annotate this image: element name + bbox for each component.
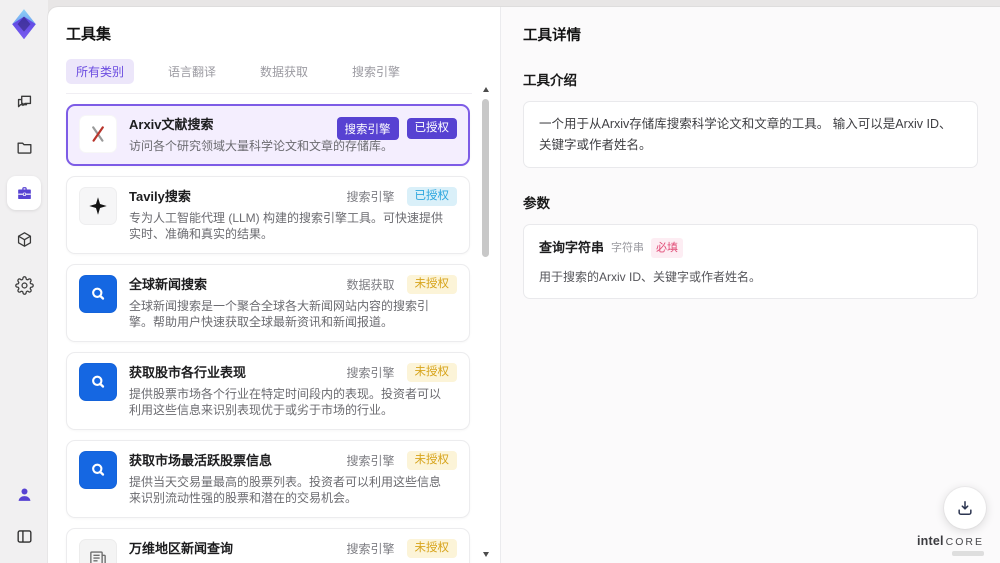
category-tag: 数据获取 [346,277,395,292]
auth-status-badge: 已授权 [406,118,457,139]
download-icon [958,501,972,515]
folder-icon [15,138,34,157]
tavily-star-icon [79,186,117,225]
auth-status-badge: 已授权 [406,186,457,207]
tool-tags: 搜索引擎 已授权 [346,186,457,207]
list-scrollbar[interactable] [481,87,492,557]
toolbox-icon [15,184,34,203]
chat-icon [15,92,34,111]
tool-tags: 搜索引擎 未授权 [346,450,457,471]
tool-card-tavily-search[interactable]: Tavily搜索 专为人工智能代理 (LLM) 构建的搜索引擎工具。可快速提供实… [66,175,470,254]
tool-card-regional-news-query[interactable]: 万维地区新闻查询 查询具体行政区划内的新闻，快速了解各地新闻动 搜索引擎 未授权 [66,527,470,563]
tool-tags: 搜索引擎 未授权 [346,538,457,559]
tool-list: Arxiv文献搜索 访问各个研究领域大量科学论文和文章的存储库。 搜索引擎 已授… [66,104,500,563]
tool-card-most-active-stocks[interactable]: 获取市场最活跃股票信息 提供当天交易量最高的股票列表。投资者可以利用这些信息来识… [66,439,470,518]
newspaper-icon [79,538,117,563]
category-tag: 搜索引擎 [346,365,395,380]
download-button[interactable] [944,487,986,529]
sidebar-item-toolbox[interactable] [7,176,41,210]
tool-description: 专为人工智能代理 (LLM) 构建的搜索引擎工具。可快速提供实时、准确和真实的结… [129,210,444,242]
sidebar-item-files[interactable] [7,130,41,164]
app-window: 工具集 所有类别 语言翻译 数据获取 搜索引擎 Arxiv文献搜索 访问各个研究领域大… [0,0,1000,563]
auth-status-badge: 未授权 [406,538,457,559]
param-type: 字符串 [611,241,645,254]
param-required-badge: 必填 [651,237,684,259]
sidebar-item-settings[interactable] [7,268,41,302]
tool-description: 访问各个研究领域大量科学论文和文章的存储库。 [129,139,394,153]
param-box: 查询字符串 字符串 必填 用于搜索的Arxiv ID、关键字或作者姓名。 [523,224,978,299]
tool-tags: 搜索引擎 未授权 [346,362,457,383]
tab-all-categories[interactable]: 所有类别 [66,59,135,84]
blue-search-icon [79,274,117,313]
auth-status-badge: 未授权 [406,450,457,471]
intro-section-title: 工具介绍 [523,73,577,88]
page-title: 工具集 [66,26,112,43]
tool-tags: 搜索引擎 已授权 [336,117,457,140]
category-tag: 搜索引擎 [346,453,395,468]
brand-subtext-bar [952,551,984,556]
tab-language-translation[interactable]: 语言翻译 [158,59,226,84]
blue-search-icon [79,450,117,489]
category-tag: 搜索引擎 [346,189,395,204]
sidebar-item-packages[interactable] [7,222,41,256]
param-name: 查询字符串 [539,240,605,256]
cube-icon [15,230,34,249]
tool-list-panel: 工具集 所有类别 语言翻译 数据获取 搜索引擎 Arxiv文献搜索 访问各个研究领域大… [48,7,500,563]
intel-core-logo: intel CORE [917,534,984,556]
tool-tags: 数据获取 未授权 [346,274,457,295]
category-tabs: 所有类别 语言翻译 数据获取 搜索引擎 [66,59,472,94]
tool-description: 提供股票市场各个行业在特定时间段内的表现。投资者可以利用这些信息来识别表现优于或… [129,386,442,418]
category-tag: 搜索引擎 [336,117,399,140]
param-description: 用于搜索的Arxiv ID、关键字或作者姓名。 [539,269,762,284]
gear-icon [14,275,34,295]
sidebar-item-collapse[interactable] [7,519,41,553]
main-area: 工具集 所有类别 语言翻译 数据获取 搜索引擎 Arxiv文献搜索 访问各个研究领域大… [48,0,1000,563]
sidebar-bottom [7,477,41,553]
tool-description: 提供当天交易量最高的股票列表。投资者可以利用这些信息来识别流动性强的股票和潜在的… [129,474,442,506]
window-top-strip [48,0,1000,7]
auth-status-badge: 未授权 [406,274,457,295]
content: 工具集 所有类别 语言翻译 数据获取 搜索引擎 Arxiv文献搜索 访问各个研究领域大… [48,7,1000,563]
brand-name: intel [916,534,944,549]
arxiv-icon [79,115,117,153]
category-tag: 搜索引擎 [346,541,395,556]
sidebar-nav [7,84,41,302]
scroll-down-arrow-icon[interactable] [483,552,489,557]
tool-detail-panel: 工具详情 工具介绍 一个用于从Arxiv存储库搜索科学论文和文章的工具。 输入可… [500,7,1000,563]
sidebar-item-chat[interactable] [7,84,41,118]
blue-search-icon [79,362,117,401]
tab-search-engine[interactable]: 搜索引擎 [342,59,410,84]
intro-text: 一个用于从Arxiv存储库搜索科学论文和文章的工具。 输入可以是Arxiv ID… [539,117,952,152]
tool-card-stock-sector-performance[interactable]: 获取股市各行业表现 提供股票市场各个行业在特定时间段内的表现。投资者可以利用这些… [66,351,470,430]
intro-box: 一个用于从Arxiv存储库搜索科学论文和文章的工具。 输入可以是Arxiv ID… [523,101,978,169]
brand-series: CORE [945,536,984,549]
sidebar-item-profile[interactable] [7,477,41,511]
auth-status-badge: 未授权 [406,362,457,383]
scroll-up-arrow-icon[interactable] [483,87,489,92]
panel-icon [15,527,34,546]
tool-card-arxiv-search[interactable]: Arxiv文献搜索 访问各个研究领域大量科学论文和文章的存储库。 搜索引擎 已授… [66,104,470,166]
tool-card-global-news-search[interactable]: 全球新闻搜索 全球新闻搜索是一个聚合全球各大新闻网站内容的搜索引擎。帮助用户快速… [66,263,470,342]
scrollbar-thumb[interactable] [482,99,489,257]
sidebar [0,0,48,563]
tab-data-fetch[interactable]: 数据获取 [250,59,318,84]
tool-description: 全球新闻搜索是一个聚合全球各大新闻网站内容的搜索引擎。帮助用户快速获取全球最新资… [129,298,430,330]
param-header: 查询字符串 字符串 必填 [539,237,962,259]
app-logo-icon [9,8,39,40]
user-icon [15,485,34,504]
params-section-title: 参数 [523,196,550,212]
detail-title: 工具详情 [523,28,581,44]
